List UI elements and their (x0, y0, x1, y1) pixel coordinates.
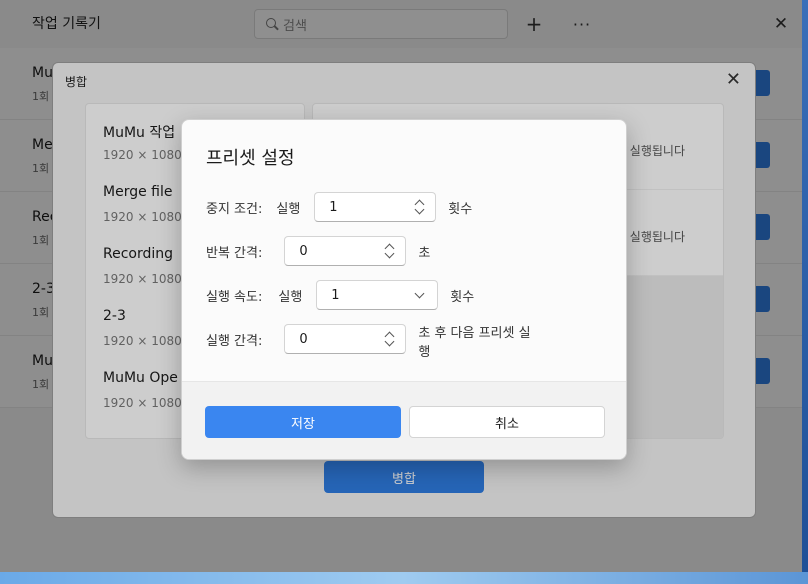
desktop-edge-right (802, 0, 808, 584)
stop-condition-label: 중지 조건: (206, 201, 263, 217)
stop-count-value: 1 (329, 199, 338, 215)
repeat-interval-label: 반복 간격: (206, 245, 263, 261)
stop-condition-prefix: 실행 (276, 201, 301, 217)
preset-settings-dialog: 프리셋 설정 중지 조건: 실행 1 횟수 반복 간격: 0 초 실행 속도: … (181, 119, 627, 460)
run-interval-label: 실행 간격: (206, 334, 263, 349)
repeat-interval-value: 0 (299, 243, 308, 259)
stepper-arrows-icon[interactable] (384, 330, 395, 348)
repeat-interval-stepper[interactable]: 0 (284, 236, 407, 266)
cancel-button[interactable]: 취소 (409, 406, 605, 438)
run-speed-select[interactable]: 1 (316, 280, 439, 310)
run-interval-row: 실행 간격: 0 초 후 다음 프리셋 실행 (206, 324, 538, 364)
save-button[interactable]: 저장 (205, 406, 401, 438)
run-speed-prefix: 실행 (278, 289, 303, 305)
run-interval-stepper[interactable]: 0 (284, 324, 407, 354)
stepper-arrows-icon[interactable] (414, 198, 425, 216)
stop-condition-row: 중지 조건: 실행 1 횟수 (206, 192, 472, 222)
stop-count-stepper[interactable]: 1 (314, 192, 437, 222)
stepper-arrows-icon[interactable] (384, 242, 395, 260)
run-speed-suffix: 횟수 (450, 289, 475, 305)
stop-condition-suffix: 횟수 (448, 201, 473, 217)
run-speed-label: 실행 속도: (206, 289, 263, 305)
run-interval-value: 0 (299, 331, 308, 347)
app-window: 작업 기록기 검색 + ··· ✕ Mu 1회 Me 1회 Rec 1회 2-3… (0, 0, 802, 572)
run-speed-row: 실행 속도: 실행 1 횟수 (206, 280, 474, 310)
taskbar-edge (0, 572, 808, 584)
run-speed-value: 1 (331, 287, 340, 303)
dialog-footer: 저장 취소 (182, 381, 626, 459)
dialog-title: 프리셋 설정 (206, 148, 295, 169)
chevron-down-icon (414, 288, 425, 299)
repeat-interval-suffix: 초 (418, 245, 431, 261)
repeat-interval-row: 반복 간격: 0 초 (206, 236, 430, 266)
run-interval-suffix: 초 후 다음 프리셋 실행 (418, 326, 531, 360)
